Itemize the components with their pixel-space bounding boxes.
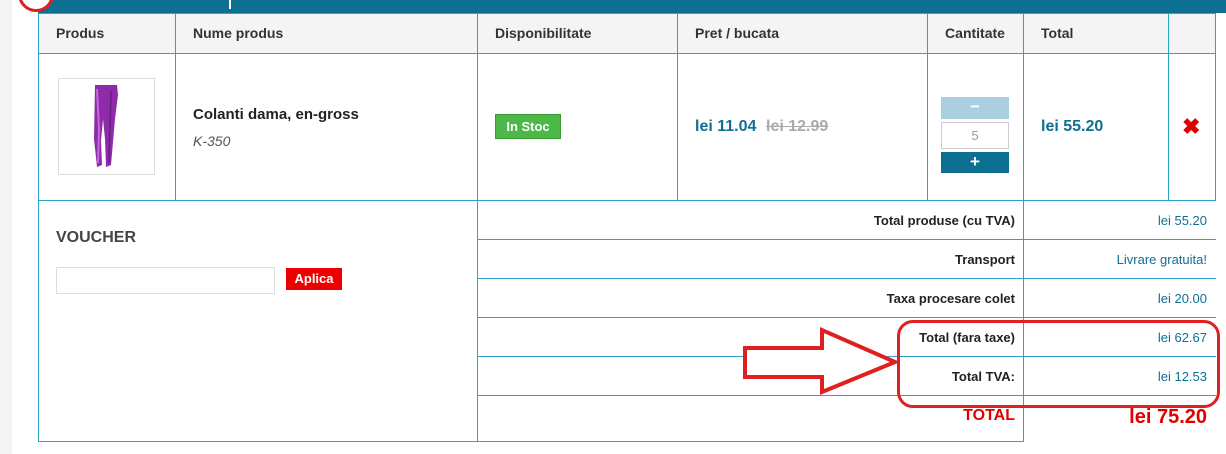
old-price: lei 12.99 (766, 118, 829, 135)
voucher-title: VOUCHER (56, 229, 137, 246)
product-code: K-350 (193, 133, 231, 149)
summary-value-transport: Livrare gratuita! (1116, 252, 1207, 267)
annotation-highlight-box (897, 320, 1220, 408)
border-col-1 (175, 13, 176, 201)
grand-total-label: TOTAL (963, 407, 1015, 424)
quantity-input[interactable]: 5 (941, 122, 1009, 149)
summary-label-transport: Transport (955, 252, 1015, 267)
border-col-2 (477, 13, 478, 442)
border-bottom (38, 441, 1024, 442)
voucher-input[interactable] (56, 267, 275, 294)
border-col-3 (677, 13, 678, 201)
header-total: Total (1023, 13, 1168, 53)
grand-total-value: lei 75.20 (1129, 406, 1207, 428)
summary-value-products: lei 55.20 (1157, 213, 1207, 228)
header-quantity: Cantitate (927, 13, 1023, 53)
border-col-6 (1168, 13, 1169, 201)
unit-price: lei 11.04 (695, 118, 757, 135)
header-product: Produs (38, 13, 175, 53)
stock-badge: In Stoc (495, 114, 561, 139)
header-remove (1168, 13, 1216, 53)
border-summary-2 (477, 278, 1216, 279)
border-summary-1 (477, 239, 1216, 240)
top-bar-separator (229, 0, 231, 9)
top-bar (38, 0, 1226, 13)
product-name[interactable]: Colanti dama, en-gross (193, 106, 359, 123)
header-product-name: Nume produs (175, 13, 477, 53)
quantity-decrease-button[interactable]: − (941, 97, 1009, 119)
product-thumbnail[interactable] (58, 78, 155, 175)
border-header (38, 53, 1216, 54)
border-left (38, 13, 39, 442)
border-right (1215, 13, 1216, 201)
apply-voucher-button[interactable]: Aplica (286, 268, 342, 290)
header-availability: Disponibilitate (477, 13, 677, 53)
border-product (38, 200, 1216, 201)
line-total: lei 55.20 (1041, 118, 1104, 135)
border-top (38, 13, 1216, 14)
annotation-arrow-icon (743, 326, 901, 395)
summary-label-products: Total produse (cu TVA) (873, 213, 1015, 228)
summary-label-processing: Taxa procesare colet (886, 291, 1015, 306)
quantity-increase-button[interactable]: + (941, 152, 1009, 173)
header-unit-price: Pret / bucata (677, 13, 927, 53)
summary-value-processing: lei 20.00 (1157, 291, 1207, 306)
remove-x-icon[interactable]: ✖ (1182, 116, 1200, 138)
border-summary-3 (477, 317, 1216, 318)
border-col-4 (927, 13, 928, 201)
leggings-image (94, 85, 118, 167)
